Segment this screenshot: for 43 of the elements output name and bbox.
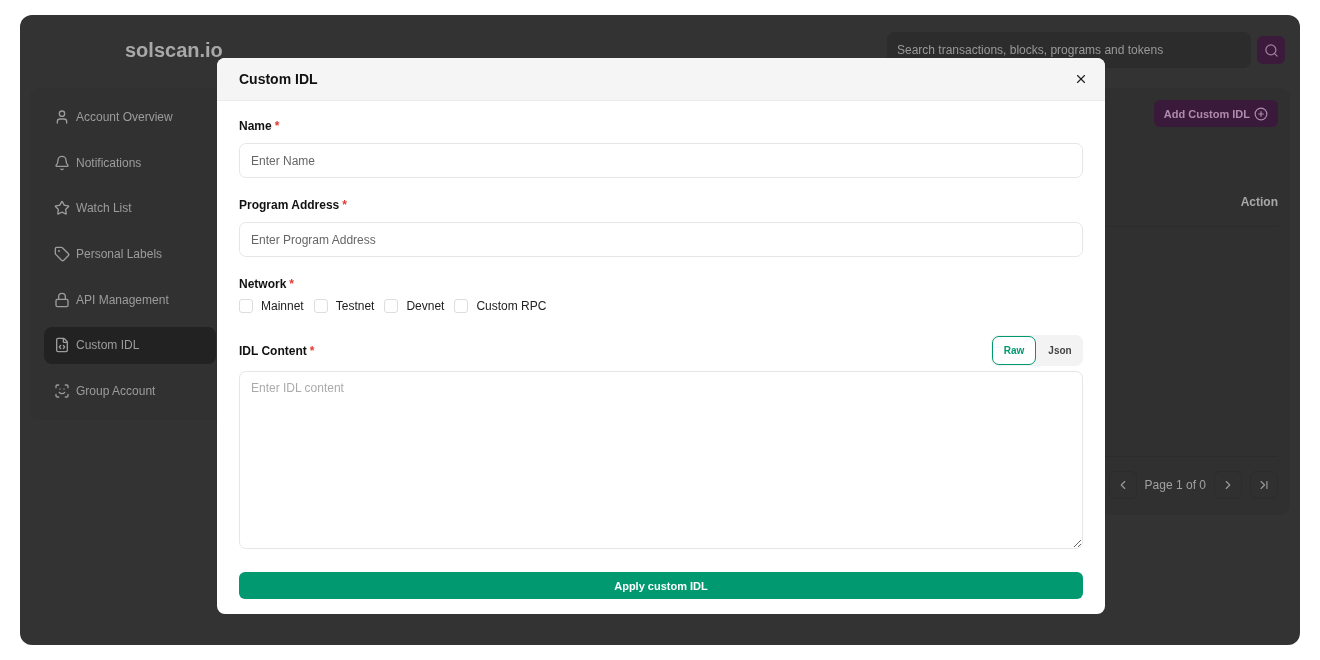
tag-icon	[54, 246, 70, 262]
network-checkbox[interactable]: Custom RPC	[454, 299, 547, 313]
network-checkbox[interactable]: Devnet	[384, 299, 445, 313]
bell-icon	[54, 154, 70, 171]
required-mark: *	[289, 277, 294, 291]
scan-icon	[54, 383, 70, 400]
format-tab[interactable]: Raw	[992, 336, 1036, 365]
plus-icon	[1254, 106, 1268, 121]
last-page-icon	[1257, 478, 1271, 492]
dialog-title: Custom IDL	[239, 71, 318, 87]
code-file-icon	[54, 337, 70, 354]
network-checkbox[interactable]: Testnet	[313, 299, 375, 313]
apply-button[interactable]: Apply custom IDL	[239, 572, 1083, 599]
field-label: IDL Content	[239, 343, 307, 358]
network-checkbox[interactable]: Mainnet	[239, 299, 304, 313]
field-label: Program Address	[239, 198, 340, 212]
sidebar-item[interactable]: API Management	[44, 280, 216, 319]
required-mark: *	[309, 343, 315, 358]
sidebar-item[interactable]: Personal Labels	[44, 235, 216, 273]
format-tab[interactable]: Json	[1038, 336, 1082, 365]
required-mark: *	[274, 119, 280, 133]
last-page-button[interactable]	[1250, 471, 1278, 499]
add-idl-button[interactable]: Add Custom IDL	[1153, 100, 1278, 127]
close-icon	[1074, 72, 1088, 86]
sidebar-item[interactable]: Watch List	[44, 189, 216, 228]
input-field[interactable]: Enter Name	[239, 143, 1083, 178]
person-icon	[54, 108, 70, 125]
idl-content-field[interactable]: Enter IDL content	[239, 371, 1083, 549]
page-indicator: Page 1 of 0	[1144, 478, 1206, 492]
search-button[interactable]	[1257, 36, 1285, 64]
column-header: Action	[1240, 194, 1278, 209]
sidebar-item[interactable]: Account Overview	[44, 98, 216, 136]
lock-icon	[54, 291, 70, 308]
sidebar-item[interactable]: Notifications	[44, 143, 216, 182]
search-icon	[1263, 42, 1279, 58]
sidebar-item[interactable]: Custom IDL	[44, 326, 216, 365]
field-label: Network	[239, 277, 287, 291]
input-field[interactable]: Enter Program Address	[239, 222, 1083, 257]
sidebar-item[interactable]: Group Account	[44, 372, 216, 411]
required-mark: *	[342, 198, 347, 212]
star-icon	[54, 200, 70, 217]
field-label: Name	[239, 119, 272, 133]
site-logo[interactable]: solscan.io	[125, 38, 223, 62]
